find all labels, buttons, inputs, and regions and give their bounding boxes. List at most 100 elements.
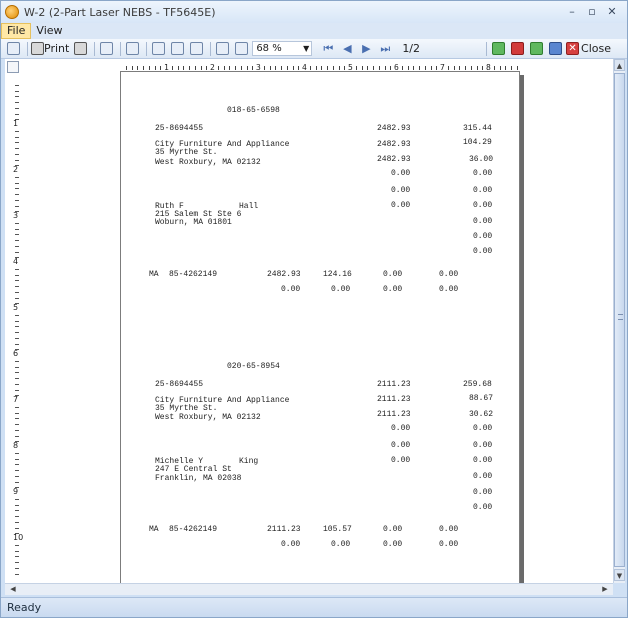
ruler-corner	[7, 61, 19, 73]
menu-file[interactable]: File	[1, 23, 32, 39]
export-csv-button[interactable]	[528, 41, 544, 57]
wage-value: 0.00	[391, 169, 411, 178]
ruler-tick	[493, 66, 495, 70]
ruler-tick	[413, 66, 415, 70]
multi-page-button[interactable]	[169, 41, 185, 57]
ruler-tick	[137, 66, 139, 70]
scroll-right-icon[interactable]: ▶	[599, 584, 611, 595]
menu-view[interactable]: View	[31, 23, 67, 39]
excel-icon	[491, 42, 505, 55]
horizontal-scrollbar[interactable]: ◀ ▶	[5, 583, 613, 595]
ruler-tick	[15, 234, 19, 236]
prev-page-button[interactable]: ◀	[339, 41, 355, 57]
ruler-tick	[15, 389, 19, 391]
zoom-select[interactable]: 68 % ▼	[252, 41, 313, 56]
continuous-button[interactable]	[188, 41, 204, 57]
close-icon: ✕	[566, 42, 580, 55]
ruler-number: 1	[13, 119, 19, 128]
ruler-tick	[15, 562, 19, 563]
ruler-tick	[361, 66, 363, 70]
tax-value: 0.00	[473, 424, 493, 433]
employee-last-name: King	[239, 457, 259, 466]
ruler-tick	[15, 521, 19, 523]
menu-bar: File View	[1, 23, 627, 39]
zoom-value: 68 %	[256, 43, 282, 54]
state-code: MA	[149, 270, 159, 279]
ruler-tick	[309, 66, 311, 70]
tax-value: 0.00	[473, 441, 493, 450]
ruler-tick	[15, 102, 19, 103]
report-viewport[interactable]: 1 2 3 4 5 6 7 8 1 2 3 4 5 6 7 8 9 10 018-65-6598 25-8694…	[5, 59, 613, 583]
scroll-down-icon[interactable]: ▼	[614, 569, 625, 581]
ruler-tick	[15, 240, 19, 241]
first-page-button[interactable]: ⏮	[320, 41, 336, 57]
copy-button[interactable]	[98, 41, 114, 57]
document-map-button[interactable]	[5, 41, 21, 57]
scroll-left-icon[interactable]: ◀	[7, 584, 19, 595]
ruler-tick	[15, 510, 19, 512]
ruler-number: 2	[13, 165, 19, 174]
ruler-tick	[15, 136, 19, 138]
find-button[interactable]	[124, 41, 140, 57]
quick-print-button[interactable]	[72, 41, 88, 57]
employee-ssn: 020-65-8954	[227, 362, 280, 371]
ruler-number: 3	[13, 211, 19, 220]
close-report-button[interactable]: ✕ Close	[566, 41, 611, 57]
ruler-tick	[15, 280, 19, 282]
tax-value: 36.00	[469, 155, 494, 164]
next-page-button[interactable]: ▶	[358, 41, 374, 57]
tax-value: 88.67	[469, 394, 494, 403]
wage-value: 0.00	[391, 456, 411, 465]
minimize-button[interactable]: –	[563, 4, 581, 19]
employer-street: 35 Myrthe St.	[155, 404, 218, 413]
ruler-tick	[15, 286, 19, 287]
local-value: 0.00	[383, 540, 403, 549]
ruler-tick	[15, 429, 19, 431]
export-pdf-button[interactable]	[509, 41, 525, 57]
ruler-tick	[321, 66, 323, 70]
ruler-tick	[15, 412, 19, 414]
ruler-tick	[15, 153, 19, 155]
zoom-out-button[interactable]	[214, 41, 230, 57]
title-bar: W-2 (2-Part Laser NEBS - TF5645E) – ▫ ✕	[1, 1, 627, 23]
ruler-tick	[15, 372, 19, 374]
export-excel-button[interactable]	[490, 41, 506, 57]
ruler-tick	[15, 107, 19, 109]
wage-value: 2482.93	[377, 140, 411, 149]
ruler-tick	[15, 458, 19, 460]
ruler-tick	[15, 228, 19, 230]
binoculars-icon	[125, 42, 139, 55]
ruler-tick	[453, 66, 455, 70]
toolbar-separator	[210, 41, 212, 56]
ruler-tick	[459, 66, 461, 70]
ruler-tick	[373, 66, 374, 70]
ruler-tick	[407, 66, 409, 70]
copy-icon	[99, 42, 113, 55]
local-wages: 0.00	[383, 525, 403, 534]
scroll-up-icon[interactable]: ▲	[614, 59, 625, 71]
report-page: 018-65-6598 25-8694455 City Furniture An…	[120, 71, 520, 583]
maximize-button[interactable]: ▫	[583, 4, 601, 19]
zoom-in-button[interactable]	[233, 41, 249, 57]
vertical-scrollbar[interactable]: ▲ ▼	[613, 59, 625, 583]
print-button[interactable]: Print	[31, 41, 69, 57]
employer-street: 35 Myrthe St.	[155, 148, 218, 157]
ruler-tick	[240, 66, 242, 70]
wage-value: 0.00	[391, 424, 411, 433]
close-window-button[interactable]: ✕	[603, 4, 621, 19]
last-page-button[interactable]: ⏭	[377, 41, 393, 57]
local-tax: 0.00	[439, 270, 459, 279]
wage-value: 0.00	[391, 441, 411, 450]
export-word-button[interactable]	[547, 41, 563, 57]
app-icon	[5, 5, 19, 19]
scroll-thumb[interactable]	[614, 73, 625, 567]
wage-value: 0.00	[391, 201, 411, 210]
toolbar-separator	[146, 41, 148, 56]
ruler-tick	[217, 66, 219, 70]
ruler-tick	[15, 194, 19, 195]
ruler-tick	[505, 66, 507, 70]
pdf-icon	[510, 42, 524, 55]
tax-value: 315.44	[463, 124, 492, 133]
single-page-button[interactable]	[150, 41, 166, 57]
ruler-tick	[269, 66, 271, 70]
